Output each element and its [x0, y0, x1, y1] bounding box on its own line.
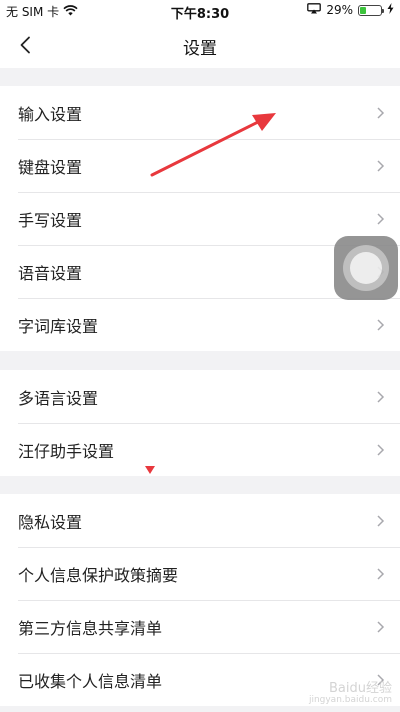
chevron-right-icon: [377, 106, 385, 119]
chevron-right-icon: [377, 567, 385, 580]
settings-item-label: 隐私设置: [18, 512, 83, 532]
assistive-touch-button[interactable]: [334, 236, 398, 300]
chevron-right-icon: [377, 159, 385, 172]
settings-screen: 无 SIM 卡 下午8:30 29% 设置 输入设置 键盘设置 手写设置 语音设…: [0, 0, 400, 712]
navigation-bar: 设置: [0, 22, 400, 68]
watermark: Baidu经验 jingyan.baidu.com: [308, 680, 392, 706]
settings-item-lexicon[interactable]: 字词库设置: [0, 298, 400, 351]
settings-group-privacy: 隐私设置 个人信息保护政策摘要 第三方信息共享清单 已收集个人信息清单: [0, 494, 400, 706]
settings-item-label: 汪仔助手设置: [18, 441, 115, 461]
chevron-right-icon: [377, 318, 385, 331]
battery-fill: [360, 6, 366, 14]
settings-item-label: 多语言设置: [18, 388, 99, 408]
settings-item-label: 手写设置: [18, 210, 83, 230]
chevron-right-icon: [377, 514, 385, 527]
page-title: 设置: [183, 39, 217, 59]
battery-icon: [358, 4, 384, 16]
settings-item-label: 第三方信息共享清单: [18, 618, 163, 638]
watermark-url: jingyan.baidu.com: [308, 695, 392, 706]
settings-item-keyboard[interactable]: 键盘设置: [0, 139, 400, 192]
status-right: 29%: [307, 3, 394, 17]
battery-percent: 29%: [326, 3, 353, 17]
assistive-touch-core: [350, 252, 382, 284]
chevron-right-icon: [377, 390, 385, 403]
settings-item-privacy-policy-summary[interactable]: 个人信息保护政策摘要: [0, 547, 400, 600]
charging-bolt-icon: [387, 3, 394, 17]
chevron-right-icon: [377, 212, 385, 225]
status-bar: 无 SIM 卡 下午8:30 29%: [0, 0, 400, 22]
settings-item-privacy[interactable]: 隐私设置: [0, 494, 400, 547]
settings-group-input: 输入设置 键盘设置 手写设置 语音设置 字词库设置: [0, 86, 400, 351]
settings-item-label: 个人信息保护政策摘要: [18, 565, 179, 585]
assistive-touch-ring: [343, 245, 389, 291]
chevron-right-icon: [377, 443, 385, 456]
settings-item-label: 输入设置: [18, 104, 83, 124]
settings-group-language: 多语言设置 汪仔助手设置: [0, 370, 400, 476]
settings-item-label: 已收集个人信息清单: [18, 671, 163, 691]
settings-item-multilanguage[interactable]: 多语言设置: [0, 370, 400, 423]
settings-item-third-party-sharing[interactable]: 第三方信息共享清单: [0, 600, 400, 653]
settings-item-input[interactable]: 输入设置: [0, 86, 400, 139]
settings-item-assistant[interactable]: 汪仔助手设置: [0, 423, 400, 476]
settings-item-label: 字词库设置: [18, 316, 99, 336]
settings-item-label: 语音设置: [18, 263, 83, 283]
screen-mirror-icon: [307, 3, 322, 17]
chevron-right-icon: [377, 620, 385, 633]
settings-item-label: 键盘设置: [18, 157, 83, 177]
watermark-brand: Baidu经验: [329, 680, 392, 696]
